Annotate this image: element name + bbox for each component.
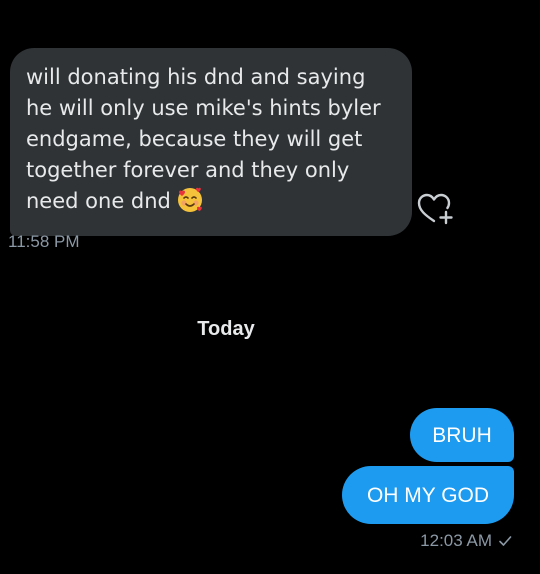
check-icon xyxy=(499,536,512,546)
smiling-face-with-hearts-icon xyxy=(177,187,202,212)
day-divider: Today xyxy=(197,318,255,340)
incoming-timestamp: 11:58 PM xyxy=(8,232,80,251)
incoming-message-text: will donating his dnd and saying he will… xyxy=(26,62,396,217)
message-thread: will donating his dnd and saying he will… xyxy=(0,0,540,574)
incoming-message-bubble[interactable]: will donating his dnd and saying he will… xyxy=(10,48,412,236)
outgoing-timestamp: 12:03 AM xyxy=(420,531,492,550)
outgoing-message-text: BRUH xyxy=(432,423,492,447)
incoming-message-body: will donating his dnd and saying he will… xyxy=(26,65,381,213)
outgoing-message-bubble[interactable]: BRUH xyxy=(410,408,514,462)
outgoing-timestamp-row: 12:03 AM xyxy=(420,531,512,551)
add-reaction-heart-icon[interactable] xyxy=(415,192,455,226)
outgoing-message-bubble[interactable]: OH MY GOD xyxy=(342,466,514,524)
outgoing-message-text: OH MY GOD xyxy=(366,483,490,507)
